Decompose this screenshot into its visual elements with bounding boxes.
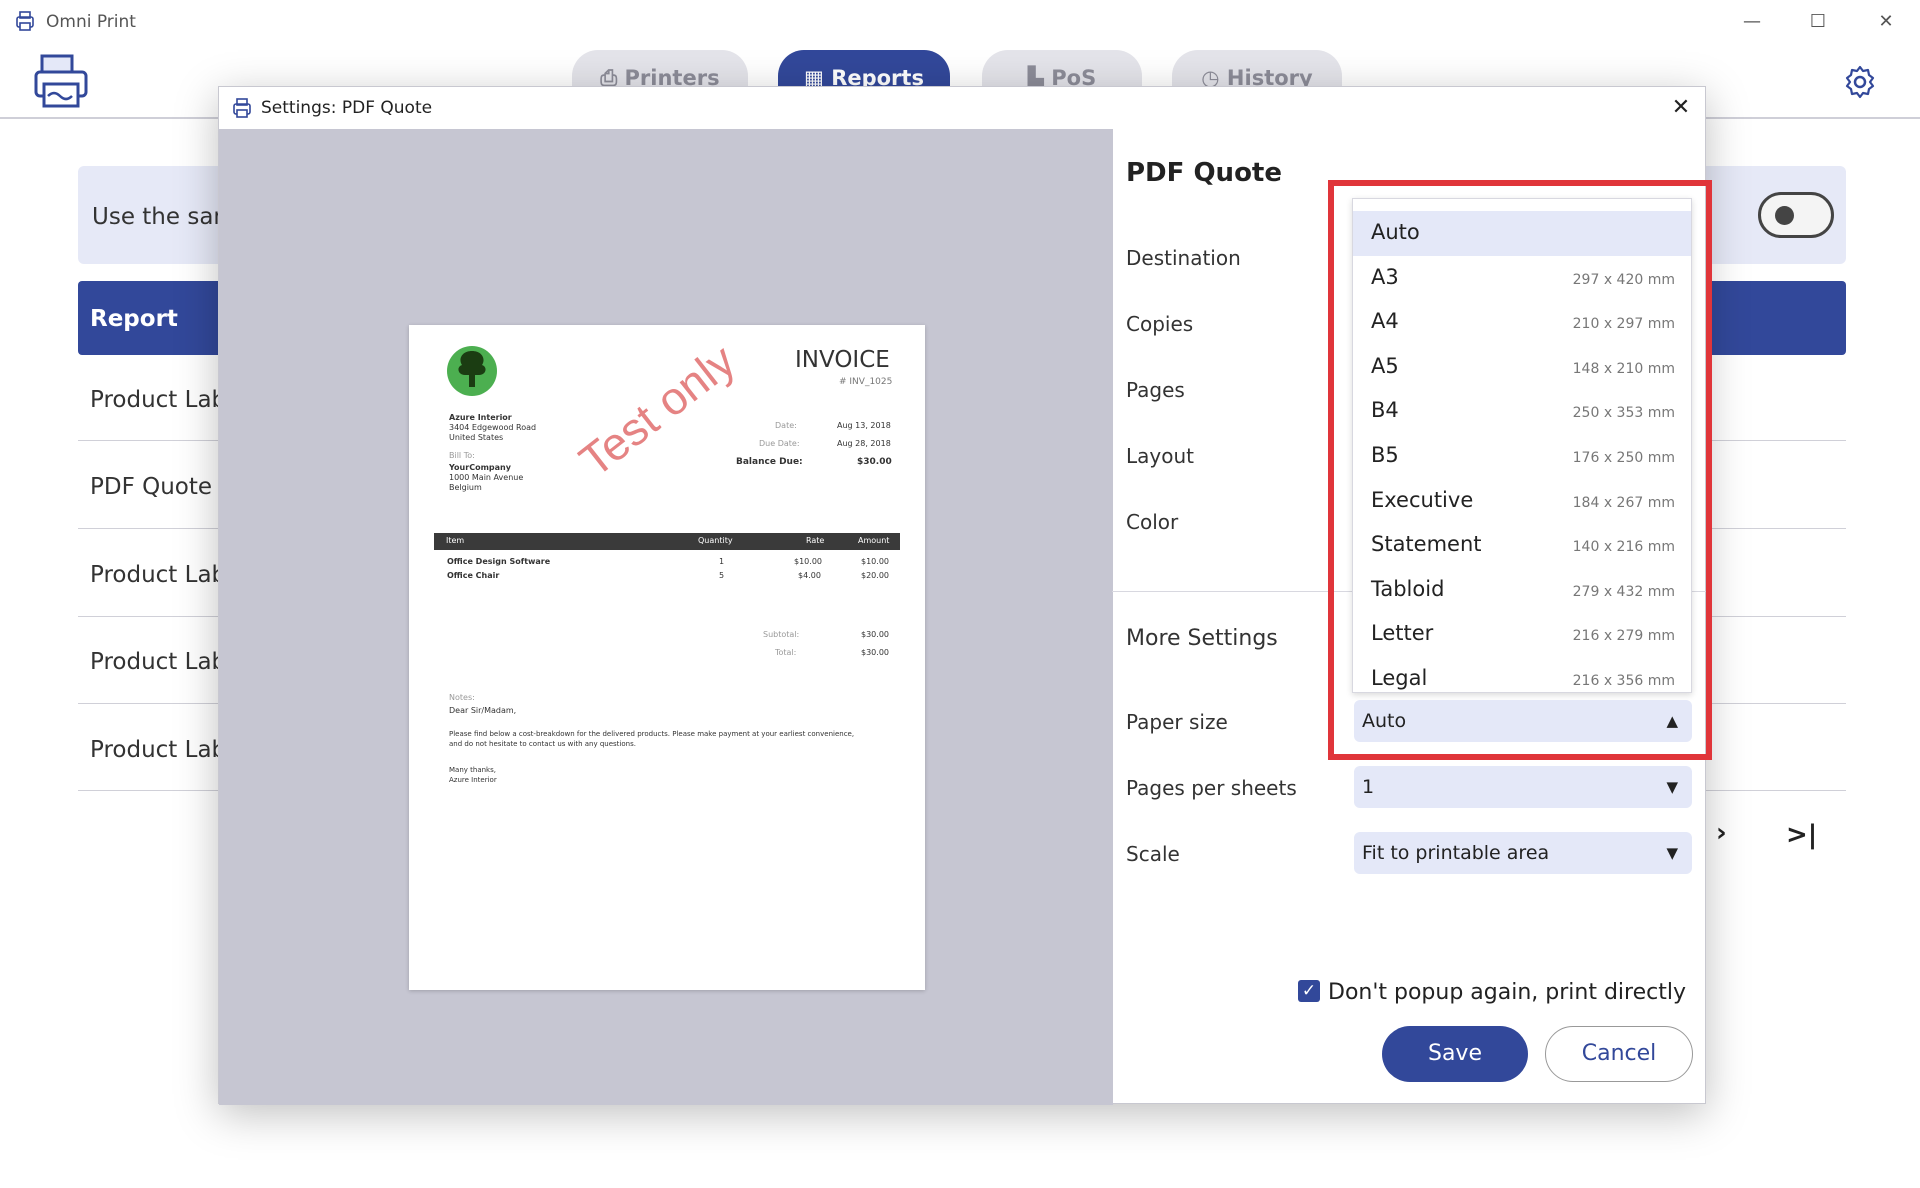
dialog-app-icon xyxy=(233,98,251,118)
highlight-box xyxy=(1328,180,1712,760)
notes-label: Notes: xyxy=(449,693,475,702)
cancel-button[interactable]: Cancel xyxy=(1545,1026,1693,1082)
copies-label: Copies xyxy=(1126,312,1194,336)
line-amount: $20.00 xyxy=(861,571,889,580)
report-row[interactable]: PDF Quote xyxy=(90,474,212,500)
report-row[interactable]: Product Lab xyxy=(90,387,226,413)
more-settings-label[interactable]: More Settings xyxy=(1126,626,1278,651)
date-label: Date: xyxy=(775,421,797,430)
notes-line: Many thanks, xyxy=(449,766,496,774)
gear-icon[interactable] xyxy=(1842,64,1878,100)
line-qty: 1 xyxy=(719,557,725,566)
scale-select[interactable]: Fit to printable area ▼ xyxy=(1354,832,1692,874)
pages-per-sheets-value: 1 xyxy=(1362,776,1375,798)
subtotal-value: $30.00 xyxy=(861,630,889,639)
balance-value: $30.00 xyxy=(857,457,892,467)
due-date-value: Aug 28, 2018 xyxy=(837,439,891,448)
minimize-button[interactable]: — xyxy=(1732,8,1772,36)
print-preview-pane: INVOICE # INV_1025 Azure Interior 3404 E… xyxy=(219,129,1113,1105)
layout-label: Layout xyxy=(1126,444,1194,468)
dont-popup-label: Don't popup again, print directly xyxy=(1328,980,1686,1005)
pages-per-sheets-label: Pages per sheets xyxy=(1126,776,1297,800)
invoice-number: # INV_1025 xyxy=(839,377,893,387)
line-amount: $10.00 xyxy=(861,557,889,566)
window-titlebar: Omni Print — ☐ ✕ xyxy=(0,0,1920,44)
subtotal-label: Subtotal: xyxy=(763,630,800,639)
col-item: Item xyxy=(446,536,465,545)
notes-line: Please find below a cost-breakdown for t… xyxy=(449,730,855,738)
line-item: Office Chair xyxy=(447,571,500,580)
save-button[interactable]: Save xyxy=(1382,1026,1528,1082)
test-watermark: Test only xyxy=(569,334,745,487)
from-country: United States xyxy=(449,433,504,442)
bill-to-company: YourCompany xyxy=(449,463,511,472)
notes-line: Dear Sir/Madam, xyxy=(449,706,517,715)
invoice-title: INVOICE xyxy=(795,347,890,373)
destination-label: Destination xyxy=(1126,246,1241,270)
dont-popup-checkbox[interactable]: ✓ xyxy=(1298,980,1320,1002)
last-page-button[interactable]: >| xyxy=(1786,820,1817,850)
pages-label: Pages xyxy=(1126,378,1185,402)
next-page-button[interactable]: › xyxy=(1716,818,1727,848)
toggle-knob xyxy=(1775,206,1794,225)
scale-value: Fit to printable area xyxy=(1362,842,1550,864)
from-address: 3404 Edgewood Road xyxy=(449,423,537,432)
dialog-close-button[interactable]: ✕ xyxy=(1663,91,1699,125)
dialog-titlebar: Settings: PDF Quote ✕ xyxy=(219,87,1705,129)
report-row[interactable]: Product Lab xyxy=(90,737,226,763)
line-qty: 5 xyxy=(719,571,725,580)
col-amount: Amount xyxy=(858,536,890,545)
app-title: Omni Print xyxy=(46,12,136,32)
balance-label: Balance Due: xyxy=(736,457,803,467)
line-rate: $4.00 xyxy=(798,571,821,580)
due-date-label: Due Date: xyxy=(759,439,800,448)
chevron-down-icon: ▼ xyxy=(1666,778,1678,796)
date-value: Aug 13, 2018 xyxy=(837,421,891,430)
bill-to-label: Bill To: xyxy=(449,451,475,460)
notes-line: and do not hesitate to contact us with a… xyxy=(449,740,636,748)
col-rate: Rate xyxy=(806,536,825,545)
pages-per-sheets-select[interactable]: 1 ▼ xyxy=(1354,766,1692,808)
paper-size-label: Paper size xyxy=(1126,710,1228,734)
line-item: Office Design Software xyxy=(447,557,551,566)
tree-logo-icon xyxy=(447,346,497,396)
dialog-title: Settings: PDF Quote xyxy=(261,98,433,118)
chevron-down-icon: ▼ xyxy=(1666,844,1678,862)
notes-line: Azure Interior xyxy=(449,776,497,784)
total-label: Total: xyxy=(775,648,797,657)
from-company: Azure Interior xyxy=(449,413,512,422)
total-value: $30.00 xyxy=(861,648,889,657)
report-row[interactable]: Product Lab xyxy=(90,562,226,588)
settings-heading: PDF Quote xyxy=(1126,158,1282,188)
bill-to-address: 1000 Main Avenue xyxy=(449,473,524,482)
app-small-icon xyxy=(16,11,34,31)
report-row[interactable]: Product Lab xyxy=(90,649,226,675)
window-close-button[interactable]: ✕ xyxy=(1866,8,1906,36)
scale-label: Scale xyxy=(1126,842,1180,866)
app-logo-icon xyxy=(34,54,88,108)
bill-to-country: Belgium xyxy=(449,483,482,492)
invoice-preview-page: INVOICE # INV_1025 Azure Interior 3404 E… xyxy=(409,325,925,990)
banner-toggle[interactable] xyxy=(1758,192,1834,238)
color-label: Color xyxy=(1126,510,1179,534)
banner-text: Use the san xyxy=(92,204,228,230)
maximize-button[interactable]: ☐ xyxy=(1798,8,1838,36)
report-column-header: Report xyxy=(90,306,178,332)
line-rate: $10.00 xyxy=(794,557,822,566)
invoice-table-header: Item Quantity Rate Amount xyxy=(434,533,900,550)
col-quantity: Quantity xyxy=(698,536,733,545)
